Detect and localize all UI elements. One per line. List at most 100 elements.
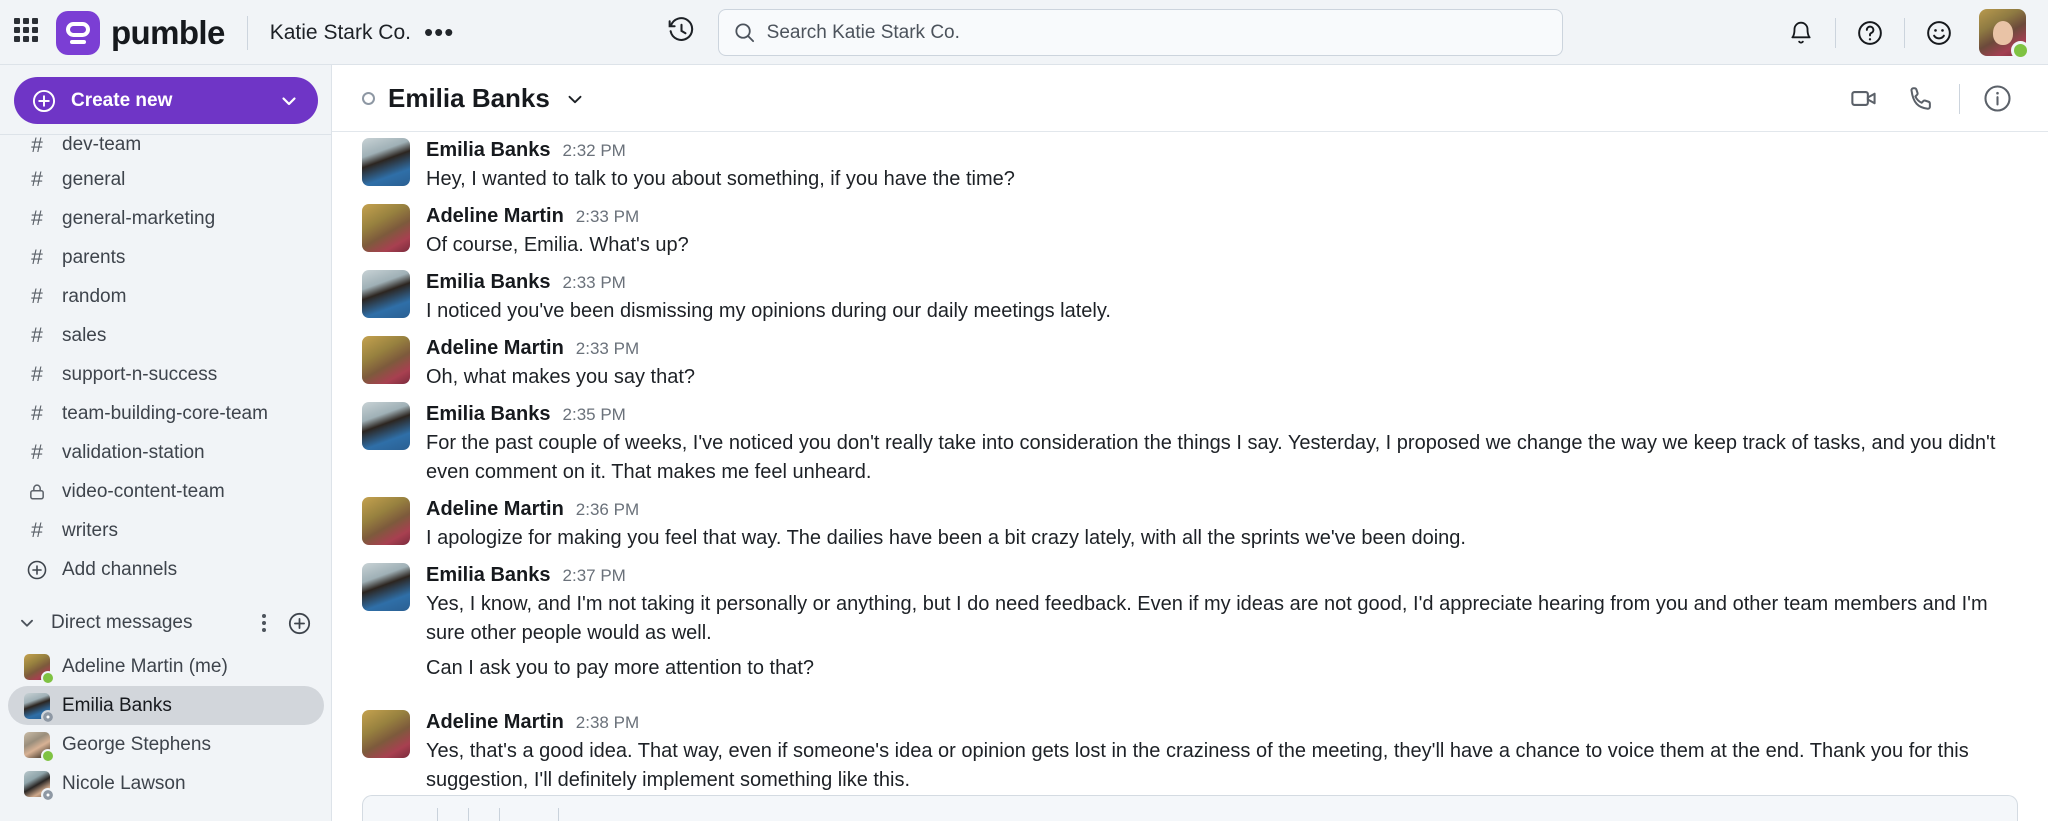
sidebar-item-video-content-team[interactable]: video-content-team (8, 472, 324, 511)
search-placeholder: Search Katie Stark Co. (767, 22, 960, 44)
message-timestamp: 2:33 PM (563, 272, 626, 293)
message-header: Adeline Martin2:36 PM (426, 497, 2018, 522)
hash-icon: # (26, 324, 48, 348)
message-header: Adeline Martin2:38 PM (426, 710, 2018, 735)
create-new-label: Create new (71, 90, 277, 112)
avatar[interactable] (362, 710, 410, 758)
message-item[interactable]: Adeline Martin2:36 PMI apologize for mak… (362, 487, 2018, 553)
workspace-more-button[interactable]: ••• (424, 25, 454, 41)
avatar[interactable] (362, 138, 410, 186)
page-title: Emilia Banks (388, 83, 550, 114)
message-item[interactable]: Adeline Martin2:33 PMOf course, Emilia. … (362, 194, 2018, 260)
sidebar-item-general[interactable]: #general (8, 160, 324, 199)
message-header: Adeline Martin2:33 PM (426, 204, 2018, 229)
message-item[interactable]: Adeline Martin 2:33 PM Oh, what makes you … (362, 326, 2018, 392)
avatar[interactable] (1979, 9, 2026, 56)
avatar (24, 693, 50, 719)
direct-message-list: Adeline Martin (me)Emilia BanksGeorge St… (0, 647, 332, 803)
bell-icon[interactable] (1775, 20, 1827, 46)
avatar (24, 771, 50, 797)
sidebar-dm-label: Nicole Lawson (62, 773, 186, 795)
status-indicator-offline (362, 92, 375, 105)
message-paragraph: Oh, what makes you say that? (426, 363, 2018, 392)
message-author[interactable]: Adeline Martin (426, 710, 564, 735)
sidebar-item-team-building-core-team[interactable]: #team-building-core-team (8, 394, 324, 433)
help-circle-icon[interactable] (1844, 19, 1896, 47)
sidebar-dm-nicole-lawson[interactable]: Nicole Lawson (8, 764, 324, 803)
message-item[interactable]: Emilia Banks2:37 PMYes, I know, and I'm … (362, 553, 2018, 648)
message-header: Adeline Martin 2:33 PM (426, 336, 2018, 361)
sidebar-dm-george-stephens[interactable]: George Stephens (8, 725, 324, 764)
sidebar-item-sales[interactable]: #sales (8, 316, 324, 355)
search-input[interactable]: Search Katie Stark Co. (718, 9, 1563, 56)
message-author[interactable]: Emilia Banks (426, 138, 551, 163)
message-item[interactable]: Emilia Banks2:33 PMI noticed you've been… (362, 260, 2018, 326)
message-author[interactable]: Adeline Martin (426, 336, 564, 361)
plus-circle-icon[interactable] (287, 611, 312, 636)
avatar[interactable] (362, 497, 410, 545)
message-item[interactable]: Emilia Banks2:32 PMHey, I wanted to talk… (362, 132, 2018, 194)
message-author[interactable]: Emilia Banks (426, 270, 551, 295)
conversation-title-button[interactable]: Emilia Banks (362, 83, 587, 114)
sidebar-scroll-area[interactable]: #dev-team#general#general-marketing#pare… (0, 134, 332, 821)
smiley-face-icon[interactable] (1913, 19, 1965, 47)
sidebar-dm-emilia-banks[interactable]: Emilia Banks (8, 686, 324, 725)
hash-icon: # (26, 285, 48, 309)
message-header: Emilia Banks2:32 PM (426, 138, 2018, 163)
hash-icon: # (26, 402, 48, 426)
channel-list: #dev-team#general#general-marketing#pare… (0, 134, 332, 589)
avatar[interactable] (362, 336, 410, 384)
sidebar-item-add-channels[interactable]: Add channels (8, 550, 324, 589)
avatar[interactable] (362, 402, 410, 450)
sidebar-item-label: writers (62, 520, 118, 542)
direct-messages-label[interactable]: Direct messages (51, 612, 241, 634)
avatar[interactable] (362, 204, 410, 252)
avatar[interactable] (362, 563, 410, 611)
workspace-name[interactable]: Katie Stark Co. (270, 21, 411, 45)
create-new-button[interactable]: Create new (14, 77, 318, 124)
message-author[interactable]: Adeline Martin (426, 204, 564, 229)
status-indicator-online (2011, 41, 2030, 60)
message-body: Emilia Banks2:35 PMFor the past couple o… (426, 402, 2018, 487)
message-paragraph: Can I ask you to pay more attention to t… (426, 654, 2018, 683)
message-item[interactable]: Adeline Martin2:38 PMYes, that's a good … (362, 700, 2018, 795)
sidebar-item-general-marketing[interactable]: #general-marketing (8, 199, 324, 238)
video-camera-icon[interactable] (1835, 83, 1893, 114)
direct-messages-header: Direct messages (0, 599, 332, 647)
sidebar-item-dev-team[interactable]: #dev-team (8, 134, 324, 160)
sidebar-dm-adeline-martin-me-[interactable]: Adeline Martin (me) (8, 647, 324, 686)
divider (1835, 18, 1836, 48)
avatar[interactable] (362, 270, 410, 318)
message-paragraph: Yes, that's a good idea. That way, even … (426, 737, 2018, 795)
sidebar-item-label: general-marketing (62, 208, 215, 230)
message-author[interactable]: Adeline Martin (426, 497, 564, 522)
sidebar-item-support-n-success[interactable]: #support-n-success (8, 355, 324, 394)
message-body: Emilia Banks2:33 PMI noticed you've been… (426, 270, 2018, 326)
history-clock-icon[interactable] (667, 16, 696, 50)
message-list[interactable]: Emilia Banks2:32 PMHey, I wanted to talk… (332, 132, 2048, 795)
kebab-menu-icon[interactable] (254, 614, 274, 632)
pumble-logo-icon[interactable] (56, 11, 100, 55)
phone-icon[interactable] (1893, 84, 1951, 114)
pumble-logo-text[interactable]: pumble (111, 14, 225, 52)
sidebar-item-validation-station[interactable]: #validation-station (8, 433, 324, 472)
message-body: Adeline Martin 2:33 PM Oh, what makes you … (426, 336, 2018, 392)
info-circle-icon[interactable] (1968, 83, 2026, 114)
sidebar-item-writers[interactable]: #writers (8, 511, 324, 550)
message-timestamp: 2:33 PM (576, 338, 639, 359)
message-author[interactable]: Emilia Banks (426, 402, 551, 427)
top-bar: pumble Katie Stark Co. ••• Search Katie … (0, 0, 2048, 65)
message-item[interactable]: Can I ask you to pay more attention to t… (362, 648, 2018, 700)
message-composer[interactable] (362, 795, 2018, 821)
sidebar-item-parents[interactable]: #parents (8, 238, 324, 277)
message-header: Emilia Banks2:37 PM (426, 563, 2018, 588)
logo-bar-shape (70, 40, 86, 44)
message-item[interactable]: Emilia Banks2:35 PMFor the past couple o… (362, 392, 2018, 487)
chevron-down-icon[interactable] (16, 612, 38, 634)
sidebar-item-random[interactable]: #random (8, 277, 324, 316)
message-text: Yes, that's a good idea. That way, even … (426, 737, 2018, 795)
apps-grid-icon[interactable] (14, 18, 44, 48)
hash-icon: # (26, 441, 48, 465)
message-body: Emilia Banks2:37 PMYes, I know, and I'm … (426, 563, 2018, 648)
message-author[interactable]: Emilia Banks (426, 563, 551, 588)
